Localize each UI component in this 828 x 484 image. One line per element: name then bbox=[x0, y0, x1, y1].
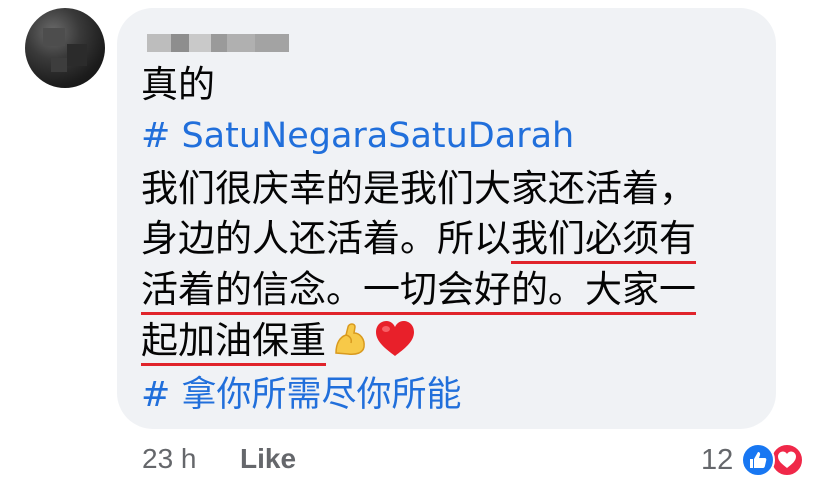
hashtag-link[interactable]: # SatuNegaraSatuDarah bbox=[141, 111, 574, 161]
pixel-block bbox=[147, 34, 171, 52]
comment-line: 起加油保重 bbox=[141, 316, 416, 372]
avatar-blur bbox=[51, 58, 67, 72]
author-name-pixelated[interactable] bbox=[147, 32, 289, 54]
comment-line-part: 身边的人还活着。所以 bbox=[141, 217, 511, 260]
comment-line: 身边的人还活着。所以我们必须有 bbox=[141, 214, 696, 264]
pixel-block bbox=[171, 34, 189, 52]
avatar[interactable] bbox=[25, 8, 105, 88]
pixel-block bbox=[227, 34, 255, 52]
comment-timestamp[interactable]: 23 h bbox=[142, 443, 197, 475]
flexed-biceps-icon bbox=[330, 319, 370, 372]
avatar-blur bbox=[67, 44, 87, 66]
hashtag-link[interactable]: # 拿你所需尽你所能 bbox=[141, 370, 461, 420]
reaction-count[interactable]: 12 bbox=[701, 444, 733, 477]
avatar-blur bbox=[43, 28, 65, 46]
pixel-block bbox=[189, 34, 211, 52]
love-reaction-icon[interactable] bbox=[770, 443, 804, 477]
underlined-phrase: 活着的信念。一切会好的。大家一 bbox=[141, 268, 696, 315]
red-heart-icon bbox=[374, 319, 416, 372]
comment-line: 我们很庆幸的是我们大家还活着， bbox=[141, 167, 696, 210]
comment-bubble: 真的 # SatuNegaraSatuDarah 我们很庆幸的是我们大家还活着，… bbox=[117, 8, 776, 429]
underlined-phrase: 我们必须有 bbox=[511, 217, 696, 264]
pixel-block bbox=[211, 34, 227, 52]
like-reaction-icon[interactable] bbox=[741, 443, 775, 477]
comment-line: 活着的信念。一切会好的。大家一 bbox=[141, 265, 696, 315]
like-button[interactable]: Like bbox=[240, 443, 296, 475]
pixel-block bbox=[255, 34, 289, 52]
underlined-phrase: 起加油保重 bbox=[141, 319, 326, 366]
comment-line: 真的 bbox=[141, 63, 215, 106]
